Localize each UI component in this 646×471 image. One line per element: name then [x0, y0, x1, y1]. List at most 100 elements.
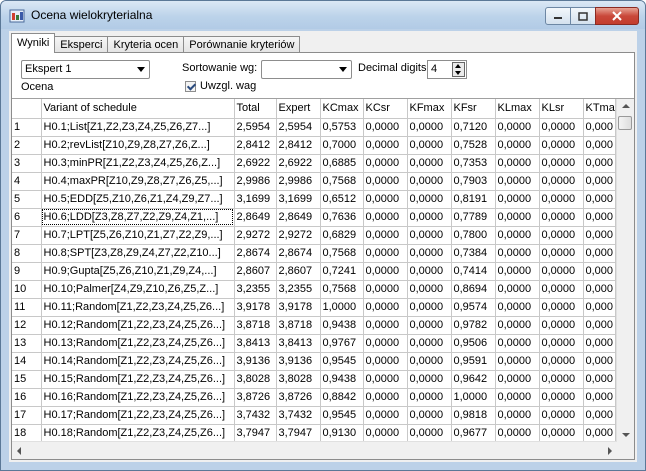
value-cell[interactable]: 0,0000 — [363, 388, 408, 407]
value-cell[interactable]: 3,2355 — [234, 280, 277, 299]
value-cell[interactable]: 0,0000 — [407, 190, 452, 209]
column-header[interactable]: KLmax — [495, 99, 540, 119]
arrow-down-icon[interactable] — [455, 71, 461, 75]
value-cell[interactable]: 0,0000 — [407, 136, 452, 155]
value-cell[interactable]: 0,0000 — [363, 226, 408, 245]
value-cell[interactable]: 3,9136 — [276, 352, 321, 371]
value-cell[interactable]: 0,000 — [583, 280, 616, 299]
value-cell[interactable]: 0,000 — [583, 352, 616, 371]
value-cell[interactable]: 0,000 — [583, 406, 616, 425]
value-cell[interactable]: 0,0000 — [363, 172, 408, 191]
value-cell[interactable]: 0,0000 — [539, 136, 584, 155]
variant-cell[interactable]: H0.7;LPT[Z5,Z6,Z10,Z1,Z7,Z2,Z9,...] — [41, 226, 235, 245]
value-cell[interactable]: 0,0000 — [539, 388, 584, 407]
decimal-digits-value[interactable]: 4 — [431, 63, 437, 75]
value-cell[interactable]: 2,8412 — [276, 136, 321, 155]
variant-cell[interactable]: H0.14;Random[Z1,Z2,Z3,Z4,Z5,Z6...] — [41, 352, 235, 371]
table-row[interactable]: 10 H0.10;Palmer[Z4,Z9,Z10,Z6,Z5,Z...] 3,23… — [12, 280, 616, 299]
value-cell[interactable]: 0,0000 — [539, 190, 584, 209]
value-cell[interactable]: 0,0000 — [495, 298, 540, 317]
column-header[interactable]: KFsr — [451, 99, 496, 119]
value-cell[interactable]: 2,8649 — [234, 208, 277, 227]
value-cell[interactable]: 0,0000 — [539, 262, 584, 281]
variant-cell[interactable]: H0.5;EDD[Z5,Z10,Z6,Z1,Z4,Z9,Z7...] — [41, 190, 235, 209]
column-header[interactable]: KFmax — [407, 99, 452, 119]
row-number[interactable]: 6 — [12, 208, 42, 227]
tab-wyniki[interactable]: Wyniki — [11, 33, 56, 53]
value-cell[interactable]: 0,0000 — [363, 352, 408, 371]
value-cell[interactable]: 0,0000 — [539, 172, 584, 191]
variant-cell[interactable]: H0.9;Gupta[Z5,Z6,Z10,Z1,Z9,Z4,...] — [41, 262, 235, 281]
value-cell[interactable]: 0,9130 — [320, 424, 364, 443]
value-cell[interactable]: 0,0000 — [495, 370, 540, 389]
value-cell[interactable]: 0,7800 — [451, 226, 496, 245]
value-cell[interactable]: 0,9782 — [451, 316, 496, 335]
value-cell[interactable]: 0,0000 — [363, 280, 408, 299]
value-cell[interactable]: 0,0000 — [363, 316, 408, 335]
value-cell[interactable]: 0,0000 — [495, 118, 540, 137]
value-cell[interactable]: 2,8607 — [276, 262, 321, 281]
table-row[interactable]: 14 H0.14;Random[Z1,Z2,Z3,Z4,Z5,Z6...] 3,91… — [12, 352, 616, 371]
value-cell[interactable]: 0,0000 — [363, 190, 408, 209]
table-row[interactable]: 11 H0.11;Random[Z1,Z2,Z3,Z4,Z5,Z6...] 3,91… — [12, 298, 616, 317]
row-number[interactable]: 17 — [12, 406, 42, 425]
value-cell[interactable]: 0,0000 — [495, 208, 540, 227]
value-cell[interactable]: 0,0000 — [363, 154, 408, 173]
minimize-button[interactable] — [545, 7, 571, 25]
variant-cell[interactable]: H0.12;Random[Z1,Z2,Z3,Z4,Z5,Z6...] — [41, 316, 235, 335]
table-row[interactable]: 15 H0.15;Random[Z1,Z2,Z3,Z4,Z5,Z6...] 3,80… — [12, 370, 616, 389]
row-number[interactable]: 2 — [12, 136, 42, 155]
value-cell[interactable]: 3,1699 — [234, 190, 277, 209]
row-number[interactable]: 18 — [12, 424, 42, 443]
value-cell[interactable]: 0,0000 — [539, 226, 584, 245]
variant-cell[interactable]: H0.1;List[Z1,Z2,Z3,Z4,Z5,Z6,Z7...] — [41, 118, 235, 137]
value-cell[interactable]: 3,9136 — [234, 352, 277, 371]
variant-cell[interactable]: H0.15;Random[Z1,Z2,Z3,Z4,Z5,Z6...] — [41, 370, 235, 389]
value-cell[interactable]: 2,5954 — [276, 118, 321, 137]
value-cell[interactable]: 0,9677 — [451, 424, 496, 443]
value-cell[interactable]: 0,0000 — [407, 316, 452, 335]
stepper-buttons[interactable] — [452, 62, 465, 77]
table-row[interactable]: 7 H0.7;LPT[Z5,Z6,Z10,Z1,Z7,Z2,Z9,...] 2,92… — [12, 226, 616, 245]
column-header[interactable]: Total — [234, 99, 277, 119]
value-cell[interactable]: 3,8028 — [234, 370, 277, 389]
value-cell[interactable]: 0,000 — [583, 226, 616, 245]
scroll-right-icon[interactable] — [608, 447, 612, 455]
value-cell[interactable]: 0,0000 — [539, 118, 584, 137]
value-cell[interactable]: 0,0000 — [539, 154, 584, 173]
value-cell[interactable]: 0,7120 — [451, 118, 496, 137]
value-cell[interactable]: 0,0000 — [407, 388, 452, 407]
row-number[interactable]: 5 — [12, 190, 42, 209]
table-row[interactable]: 2 H0.2;revList[Z10,Z9,Z8,Z7,Z6,Z...] 2,841… — [12, 136, 616, 155]
value-cell[interactable]: 1,0000 — [451, 388, 496, 407]
table-row[interactable]: 9 H0.9;Gupta[Z5,Z6,Z10,Z1,Z9,Z4,...] 2,860… — [12, 262, 616, 281]
value-cell[interactable]: 0,0000 — [363, 424, 408, 443]
value-cell[interactable]: 0,0000 — [407, 352, 452, 371]
value-cell[interactable]: 0,9438 — [320, 316, 364, 335]
value-cell[interactable]: 0,000 — [583, 316, 616, 335]
value-cell[interactable]: 2,5954 — [234, 118, 277, 137]
scroll-left-icon[interactable] — [17, 447, 21, 455]
value-cell[interactable]: 0,8191 — [451, 190, 496, 209]
value-cell[interactable]: 0,0000 — [407, 226, 452, 245]
value-cell[interactable]: 0,000 — [583, 388, 616, 407]
decimal-digits-stepper[interactable]: 4 — [427, 60, 467, 79]
value-cell[interactable]: 0,7000 — [320, 136, 364, 155]
variant-cell[interactable]: H0.2;revList[Z10,Z9,Z8,Z7,Z6,Z...] — [41, 136, 235, 155]
title-bar[interactable]: Ocena wielokryterialna — [1, 1, 645, 29]
table-row[interactable]: 8 H0.8;SPT[Z3,Z8,Z9,Z4,Z7,Z2,Z10...] 2,867… — [12, 244, 616, 263]
row-number[interactable]: 13 — [12, 334, 42, 353]
value-cell[interactable]: 0,5753 — [320, 118, 364, 137]
horizontal-scrollbar[interactable] — [12, 441, 617, 459]
sort-select[interactable] — [261, 60, 352, 79]
value-cell[interactable]: 0,7568 — [320, 172, 364, 191]
table-row[interactable]: 16 H0.16;Random[Z1,Z2,Z3,Z4,Z5,Z6...] 3,87… — [12, 388, 616, 407]
value-cell[interactable]: 0,0000 — [539, 352, 584, 371]
variant-cell[interactable]: H0.10;Palmer[Z4,Z9,Z10,Z6,Z5,Z...] — [41, 280, 235, 299]
value-cell[interactable]: 0,9506 — [451, 334, 496, 353]
arrow-up-icon[interactable] — [455, 64, 461, 68]
value-cell[interactable]: 0,9591 — [451, 352, 496, 371]
value-cell[interactable]: 3,8718 — [234, 316, 277, 335]
value-cell[interactable]: 0,0000 — [407, 244, 452, 263]
value-cell[interactable]: 0,0000 — [495, 280, 540, 299]
